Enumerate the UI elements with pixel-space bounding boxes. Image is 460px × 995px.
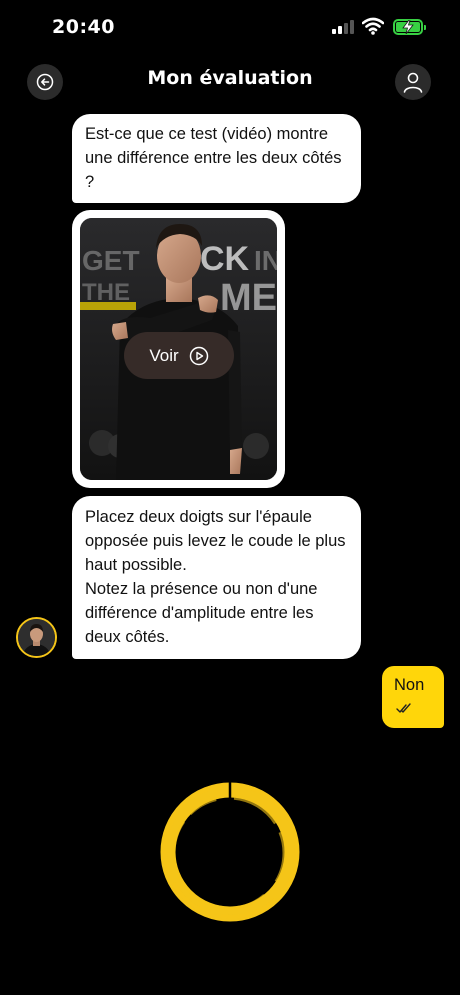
instruction-text-1: Placez deux doigts sur l'épaule opposée … [85, 508, 346, 574]
question-bubble: Est-ce que ce test (vidéo) montre une di… [72, 114, 361, 203]
question-text: Est-ce que ce test (vidéo) montre une di… [85, 125, 342, 191]
answer-text: Non [394, 676, 425, 694]
page-title: Mon évaluation [147, 67, 313, 89]
profile-button[interactable] [395, 64, 431, 100]
user-icon [403, 72, 423, 93]
instruction-text-2: Notez la présence ou non d'une différenc… [85, 580, 318, 646]
svg-text:ME: ME [220, 277, 277, 319]
svg-text:CK: CK [200, 240, 250, 278]
play-video-button[interactable]: Voir [124, 332, 234, 379]
play-label: Voir [149, 345, 179, 365]
record-ring-button[interactable] [155, 778, 305, 926]
video-bubble: GET CK IN THE ME Voir [72, 210, 285, 488]
double-check-icon [396, 703, 411, 713]
video-thumbnail[interactable]: GET CK IN THE ME Voir [80, 218, 277, 480]
svg-text:GET: GET [82, 245, 140, 276]
answer-bubble: Non [382, 666, 444, 728]
status-time: 20:40 [52, 16, 115, 38]
header: Mon évaluation [0, 56, 460, 106]
coach-avatar [16, 617, 57, 658]
instruction-bubble: Placez deux doigts sur l'épaule opposée … [72, 496, 361, 659]
status-bar: 20:40 [0, 0, 460, 56]
svg-text:IN: IN [254, 245, 277, 276]
signal-icon [332, 20, 354, 34]
svg-text:THE: THE [82, 279, 130, 306]
play-icon [189, 346, 208, 365]
battery-charging-icon [393, 19, 426, 35]
wifi-icon [362, 17, 384, 35]
